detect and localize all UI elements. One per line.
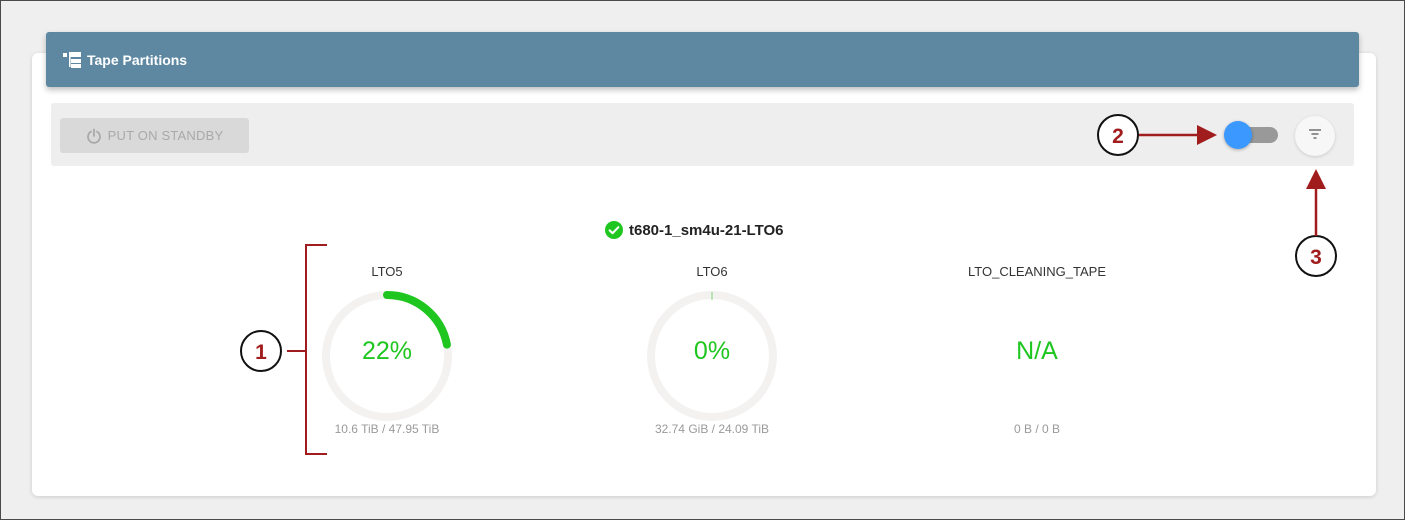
callout-2: 2	[1097, 114, 1217, 156]
callout-bracket	[287, 244, 327, 455]
annotation-overlay: 1 2 3	[240, 114, 1337, 455]
callout-3: 3	[1295, 169, 1337, 277]
svg-text:2: 2	[1112, 125, 1124, 148]
svg-text:1: 1	[255, 341, 267, 364]
svg-text:3: 3	[1310, 246, 1322, 269]
callout-1: 1	[240, 330, 282, 372]
